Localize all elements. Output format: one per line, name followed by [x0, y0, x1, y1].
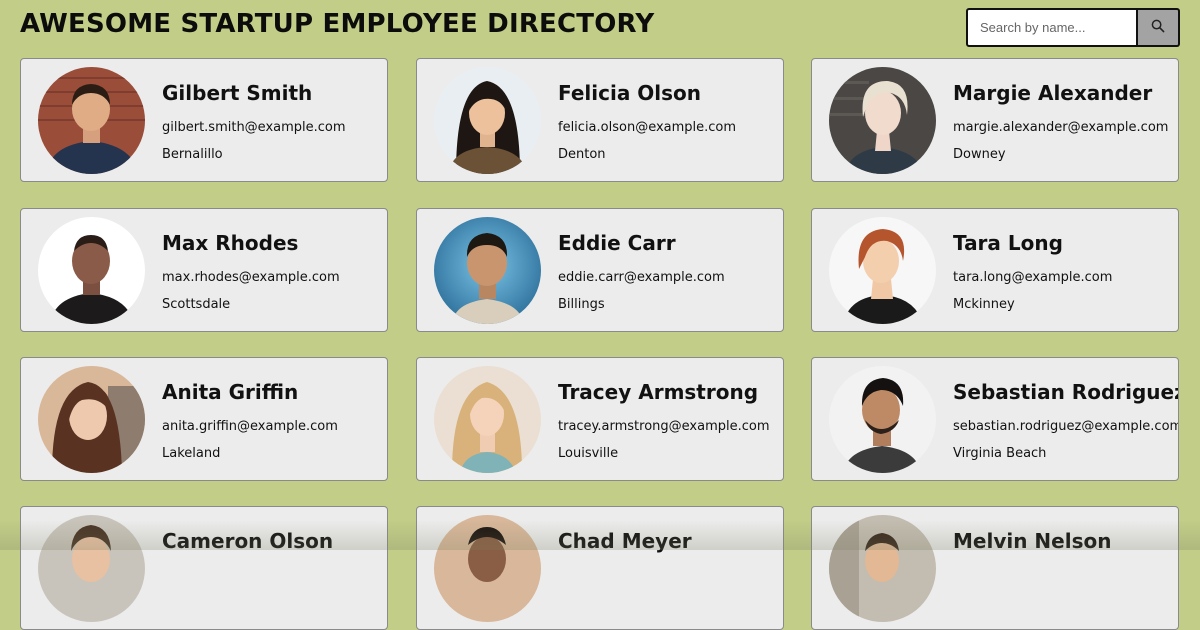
employee-name: Sebastian Rodriguez [953, 380, 1179, 404]
avatar [434, 515, 541, 622]
employee-name: Gilbert Smith [162, 81, 313, 105]
avatar [38, 67, 145, 174]
employee-email: tara.long@example.com [953, 270, 1113, 285]
employee-name: Melvin Nelson [953, 529, 1112, 553]
employee-card[interactable]: Eddie Carr eddie.carr@example.com Billin… [416, 208, 784, 332]
employee-city: Lakeland [162, 446, 221, 461]
avatar [38, 366, 145, 473]
page-title: AWESOME STARTUP EMPLOYEE DIRECTORY [20, 9, 655, 39]
employee-name: Margie Alexander [953, 81, 1153, 105]
search-button[interactable] [1138, 8, 1180, 47]
employee-card[interactable]: Margie Alexander margie.alexander@exampl… [811, 58, 1179, 182]
employee-city: Billings [558, 297, 605, 312]
employee-name: Eddie Carr [558, 231, 676, 255]
avatar [434, 67, 541, 174]
employee-email: gilbert.smith@example.com [162, 120, 346, 135]
avatar [434, 217, 541, 324]
avatar [38, 217, 145, 324]
employee-email: eddie.carr@example.com [558, 270, 725, 285]
employee-email: tracey.armstrong@example.com [558, 419, 770, 434]
employee-city: Louisville [558, 446, 619, 461]
employee-name: Tracey Armstrong [558, 380, 759, 404]
employee-city: Bernalillo [162, 147, 223, 162]
employee-card[interactable]: Anita Griffin anita.griffin@example.com … [20, 357, 388, 481]
employee-email: felicia.olson@example.com [558, 120, 737, 135]
employee-name: Tara Long [953, 231, 1063, 255]
employee-city: Scottsdale [162, 297, 231, 312]
avatar [38, 515, 145, 622]
employee-name: Chad Meyer [558, 529, 692, 553]
employee-email: anita.griffin@example.com [162, 419, 338, 434]
search-input[interactable] [966, 8, 1138, 47]
avatar [829, 217, 936, 324]
employee-name: Cameron Olson [162, 529, 334, 553]
employee-card[interactable]: Felicia Olson felicia.olson@example.com … [416, 58, 784, 182]
employee-city: Mckinney [953, 297, 1015, 312]
employee-card[interactable]: Tara Long tara.long@example.com Mckinney [811, 208, 1179, 332]
search-bar [966, 8, 1180, 47]
employee-card[interactable]: Cameron Olson [20, 506, 388, 630]
employee-city: Virginia Beach [953, 446, 1047, 461]
avatar [434, 366, 541, 473]
page-header: AWESOME STARTUP EMPLOYEE DIRECTORY [0, 0, 1200, 58]
search-icon [1151, 19, 1165, 36]
employee-name: Anita Griffin [162, 380, 299, 404]
employee-email: sebastian.rodriguez@example.com [953, 419, 1179, 434]
employee-card[interactable]: Melvin Nelson [811, 506, 1179, 630]
employee-city: Downey [953, 147, 1006, 162]
employee-card[interactable]: Chad Meyer [416, 506, 784, 630]
avatar [829, 67, 936, 174]
employee-card[interactable]: Gilbert Smith gilbert.smith@example.com … [20, 58, 388, 182]
employee-email: margie.alexander@example.com [953, 120, 1169, 135]
avatar [829, 515, 936, 622]
employee-city: Denton [558, 147, 606, 162]
avatar [829, 366, 936, 473]
employee-email: max.rhodes@example.com [162, 270, 340, 285]
employee-card[interactable]: Max Rhodes max.rhodes@example.com Scotts… [20, 208, 388, 332]
employee-name: Felicia Olson [558, 81, 702, 105]
employee-name: Max Rhodes [162, 231, 299, 255]
employee-card[interactable]: Sebastian Rodriguez sebastian.rodriguez@… [811, 357, 1179, 481]
employee-card[interactable]: Tracey Armstrong tracey.armstrong@exampl… [416, 357, 784, 481]
